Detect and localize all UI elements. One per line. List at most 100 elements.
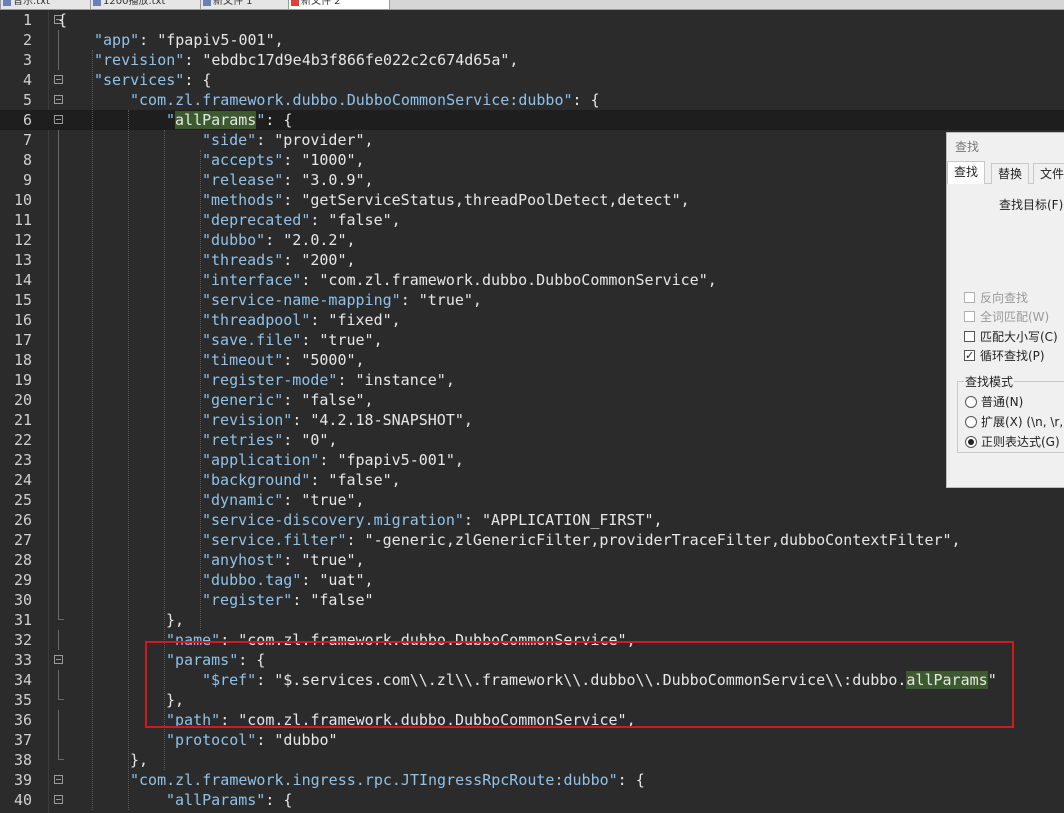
search-mode-option-3[interactable]: 正则表达式(G) (965, 434, 1060, 450)
code-text: "save.file": "true", (202, 330, 383, 350)
code-line[interactable]: 24 "background": "false", (0, 470, 1064, 490)
radio-button[interactable] (965, 436, 977, 448)
json-key: "com.zl.framework.ingress.rpc.JTIngressR… (130, 771, 618, 789)
file-tab-3[interactable]: 新文件 1 (200, 0, 298, 9)
code-line[interactable]: 29 "dubbo.tag": "uat", (0, 570, 1064, 590)
json-value: }, (166, 611, 185, 629)
code-line[interactable]: 11 "deprecated": "false", (0, 210, 1064, 230)
fold-toggle-icon[interactable] (54, 795, 63, 804)
code-line[interactable]: 1{ (0, 10, 1064, 30)
fold-line (58, 130, 59, 150)
json-value: }, (130, 751, 149, 769)
line-number: 38 (13, 751, 32, 769)
radio-button[interactable] (965, 396, 977, 408)
code-line[interactable]: 3 "revision": "ebdbc17d9e4b3f866fe022c2c6… (0, 50, 1064, 70)
fold-line (58, 730, 59, 750)
radio-button[interactable] (965, 416, 977, 428)
find-option-3[interactable]: 匹配大小写(C) (964, 329, 1058, 345)
code-text: "anyhost": "true", (202, 550, 365, 570)
line-number: 13 (13, 251, 32, 269)
code-line[interactable]: 17 "save.file": "true", (0, 330, 1064, 350)
code-line[interactable]: 4 "services": { (0, 70, 1064, 90)
code-text: "timeout": "5000", (202, 350, 365, 370)
code-line[interactable]: 39 "com.zl.framework.ingress.rpc.JTIngres… (0, 770, 1064, 790)
checkbox-label: 反向查找 (980, 291, 1029, 305)
json-value: : "true", (400, 291, 482, 309)
file-tab-label: 1200播放.txt (103, 0, 166, 7)
code-line[interactable]: 31}, (0, 610, 1064, 630)
code-text: "app": "fpapiv5-001", (94, 30, 284, 50)
code-text: "dynamic": "true", (202, 490, 365, 510)
code-line[interactable]: 28 "anyhost": "true", (0, 550, 1064, 570)
code-line[interactable]: 37 "protocol": "dubbo" (0, 730, 1064, 750)
json-key: "com.zl.framework.dubbo.DubboCommonServi… (130, 91, 573, 109)
checkbox-label: 匹配大小写(C) (980, 330, 1058, 344)
code-line[interactable]: 30 "register": "false" (0, 590, 1064, 610)
checkbox[interactable] (964, 348, 975, 364)
code-line[interactable]: 18 "timeout": "5000", (0, 350, 1064, 370)
fold-toggle-icon[interactable] (54, 655, 63, 664)
code-line[interactable]: 21 "revision": "4.2.18-SNAPSHOT", (0, 410, 1064, 430)
code-line[interactable]: 27 "service.filter": "-generic,zlGenericF… (0, 530, 1064, 550)
checkbox (964, 292, 975, 303)
json-key: "save.file" (202, 331, 302, 349)
code-line[interactable]: 19 "register-mode": "instance", (0, 370, 1064, 390)
fold-toggle-icon[interactable] (54, 75, 63, 84)
json-key: " (256, 111, 266, 129)
line-number: 8 (22, 151, 32, 169)
search-mode-option-2[interactable]: 扩展(X) (\n, \r, \t, \0, \x...) (965, 414, 1064, 430)
code-line[interactable]: 22 "retries": "0", (0, 430, 1064, 450)
find-dialog-tab-3[interactable]: 文件查找 (1033, 163, 1064, 184)
file-tab-1[interactable]: 音乐.txt (0, 0, 100, 9)
fold-line (58, 330, 59, 350)
fold-toggle-icon[interactable] (54, 115, 63, 124)
fold-end-marker (58, 619, 64, 620)
line-number: 25 (13, 491, 32, 509)
code-line[interactable]: 2 "app": "fpapiv5-001", (0, 30, 1064, 50)
search-mode-option-1[interactable]: 普通(N) (965, 394, 1023, 410)
file-tab-4[interactable]: 新文件 2 (288, 0, 390, 9)
code-line[interactable]: 13 "threads": "200", (0, 250, 1064, 270)
json-value: : "false", (283, 391, 374, 409)
line-number: 21 (13, 411, 32, 429)
code-line[interactable]: 10 "methods": "getServiceStatus,threadPoo… (0, 190, 1064, 210)
code-line[interactable]: 23 "application": "fpapiv5-001", (0, 450, 1064, 470)
fold-line (58, 530, 59, 550)
code-line[interactable]: 7 "side": "provider", (0, 130, 1064, 150)
line-number: 36 (13, 711, 32, 729)
checkbox[interactable] (964, 331, 975, 342)
code-line[interactable]: 26 "service-discovery.migration": "APPLIC… (0, 510, 1064, 530)
find-dialog: 查找 查找替换文件查找 查找目标(F) 反向查找全词匹配(W) 匹配大小写(C) 循… (946, 132, 1064, 488)
json-value: : "true", (283, 551, 365, 569)
code-text: "register": "false" (202, 590, 374, 610)
json-value: : "200", (283, 251, 356, 269)
json-value: : "getServiceStatus,threadPoolDetect,det… (283, 191, 690, 209)
code-line[interactable]: 6 "allParams": { (0, 110, 1064, 130)
code-line[interactable]: 8 "accepts": "1000", (0, 150, 1064, 170)
find-option-4[interactable]: 循环查找(P) (964, 348, 1045, 364)
code-line[interactable]: 12 "dubbo": "2.0.2", (0, 230, 1064, 250)
fold-toggle-icon[interactable] (54, 775, 63, 784)
search-mode-label: 查找模式 (964, 373, 1015, 390)
json-key: "interface" (202, 271, 302, 289)
code-line[interactable]: 9 "release": "3.0.9", (0, 170, 1064, 190)
json-key: "anyhost" (202, 551, 284, 569)
file-tab-2[interactable]: 1200播放.txt (90, 0, 210, 9)
code-line[interactable]: 14 "interface": "com.zl.framework.dubbo.D… (0, 270, 1064, 290)
find-target-label: 查找目标(F) (999, 198, 1064, 212)
find-dialog-tab-1[interactable]: 查找 (947, 161, 986, 184)
fold-toggle-icon[interactable] (54, 95, 63, 104)
code-line[interactable]: 25 "dynamic": "true", (0, 490, 1064, 510)
fold-line (58, 170, 59, 190)
code-line[interactable]: 5 "com.zl.framework.dubbo.DubboCommonServ… (0, 90, 1064, 110)
find-dialog-title: 查找 (955, 140, 980, 154)
code-text: "dubbo": "2.0.2", (202, 230, 356, 250)
code-line[interactable]: 40 "allParams": { (0, 790, 1064, 810)
code-text: }, (130, 750, 148, 770)
find-dialog-tab-2[interactable]: 替换 (991, 163, 1030, 184)
line-number: 2 (22, 31, 32, 49)
code-line[interactable]: 16 "threadpool": "fixed", (0, 310, 1064, 330)
code-line[interactable]: 15 "service-name-mapping": "true", (0, 290, 1064, 310)
code-line[interactable]: 20 "generic": "false", (0, 390, 1064, 410)
code-line[interactable]: 38}, (0, 750, 1064, 770)
